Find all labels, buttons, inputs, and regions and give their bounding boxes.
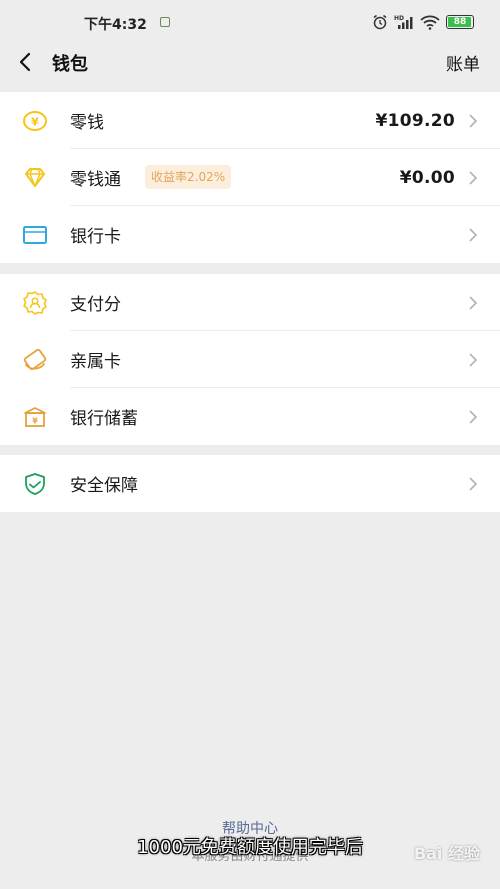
row-label: 零钱 bbox=[70, 113, 104, 133]
row-label: 银行卡 bbox=[70, 227, 121, 247]
alarm-icon bbox=[373, 14, 387, 30]
status-bar: 下午4:32 HD 88 bbox=[0, 0, 500, 40]
bank-building-icon: ¥ bbox=[24, 406, 46, 427]
bank-card-icon bbox=[23, 225, 47, 244]
baidu-watermark: Bai 经验 bbox=[413, 844, 480, 863]
svg-text:¥: ¥ bbox=[31, 115, 39, 128]
coin-yen-icon: ¥ bbox=[23, 110, 47, 131]
hd-signal-icon: HD bbox=[394, 15, 413, 29]
nav-bar: 钱包 账单 bbox=[0, 40, 500, 90]
yield-rate-badge: 收益率2.02% bbox=[145, 165, 232, 189]
row-bank-card[interactable]: 银行卡 bbox=[0, 206, 500, 263]
row-change[interactable]: ¥ 零钱 ¥109.20 bbox=[0, 92, 500, 149]
app-notification-icon bbox=[160, 17, 170, 27]
balance-value: ¥109.20 bbox=[375, 110, 455, 131]
row-security[interactable]: 安全保障 bbox=[0, 455, 500, 512]
family-card-icon bbox=[23, 348, 47, 370]
row-licaitong[interactable]: 零钱通 收益率2.02% ¥0.00 bbox=[0, 149, 500, 206]
page-title: 钱包 bbox=[52, 54, 88, 75]
row-family-card[interactable]: 亲属卡 bbox=[0, 331, 500, 388]
diamond-icon bbox=[25, 167, 45, 187]
svg-text:HD: HD bbox=[394, 15, 404, 22]
back-arrow-icon[interactable] bbox=[14, 50, 38, 74]
chevron-right-icon bbox=[469, 476, 478, 491]
status-time: 下午4:32 bbox=[84, 17, 147, 33]
wallet-group-balance: ¥ 零钱 ¥109.20 零钱通 收益率2.02% ¥0.00 银行卡 bbox=[0, 92, 500, 263]
chevron-right-icon bbox=[469, 113, 478, 128]
status-icons: HD 88 bbox=[372, 12, 474, 32]
chevron-right-icon bbox=[469, 227, 478, 242]
chevron-right-icon bbox=[469, 295, 478, 310]
bill-button[interactable]: 账单 bbox=[446, 50, 480, 75]
row-label: 安全保障 bbox=[70, 476, 138, 496]
wallet-group-security: 安全保障 bbox=[0, 455, 500, 512]
chevron-right-icon bbox=[469, 170, 478, 185]
licaitong-value: ¥0.00 bbox=[399, 167, 455, 188]
row-label: 银行储蓄 bbox=[70, 409, 138, 429]
battery-icon: 88 bbox=[446, 15, 474, 29]
row-label: 支付分 bbox=[70, 295, 121, 315]
chevron-right-icon bbox=[469, 352, 478, 367]
row-bank-savings[interactable]: ¥ 银行储蓄 bbox=[0, 388, 500, 445]
badge-person-icon bbox=[23, 290, 47, 315]
row-label: 零钱通 bbox=[70, 170, 121, 190]
svg-text:¥: ¥ bbox=[32, 416, 38, 425]
chevron-right-icon bbox=[469, 409, 478, 424]
shield-check-icon bbox=[25, 472, 45, 495]
wallet-group-services: 支付分 亲属卡 ¥ 银行储蓄 bbox=[0, 274, 500, 445]
row-payscore[interactable]: 支付分 bbox=[0, 274, 500, 331]
wifi-icon bbox=[420, 15, 440, 30]
row-label: 亲属卡 bbox=[70, 352, 121, 372]
battery-level: 88 bbox=[453, 17, 467, 27]
